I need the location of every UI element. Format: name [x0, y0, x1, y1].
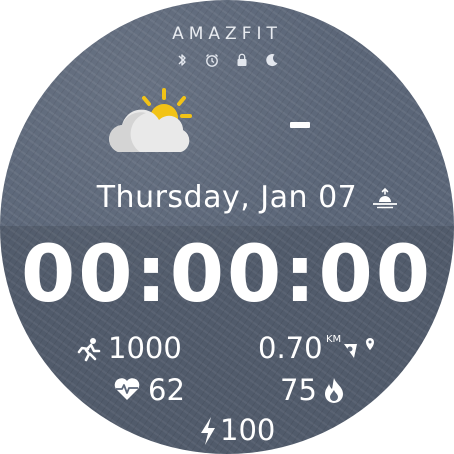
heart-rate-icon [114, 378, 140, 400]
sunrise-icon [373, 187, 397, 209]
steps-icon [77, 338, 101, 362]
battery-value: 100 [220, 413, 276, 447]
brand-logo: AMAZFIT [172, 24, 282, 44]
weather-temperature [290, 122, 310, 128]
lock-icon [237, 53, 247, 66]
distance-icon [344, 338, 374, 358]
alarm-icon [206, 54, 218, 67]
watch-face: AMAZFIT - Thu [0, 0, 454, 454]
calories-icon [325, 378, 343, 403]
distance-unit: KM [326, 334, 342, 345]
steps-value: 1000 [108, 331, 182, 365]
moon-icon [266, 54, 278, 67]
time-display: 00:00:00 [20, 230, 434, 320]
heart-rate-value: 62 [148, 373, 185, 407]
weather-temperature-text: - [290, 100, 291, 101]
bluetooth-icon [178, 54, 186, 66]
distance-value: 0.70 [258, 331, 323, 365]
partly-cloudy-icon [109, 88, 192, 152]
status-bar [0, 52, 454, 68]
lightning-icon [201, 417, 215, 445]
calories-value: 75 [280, 373, 317, 407]
